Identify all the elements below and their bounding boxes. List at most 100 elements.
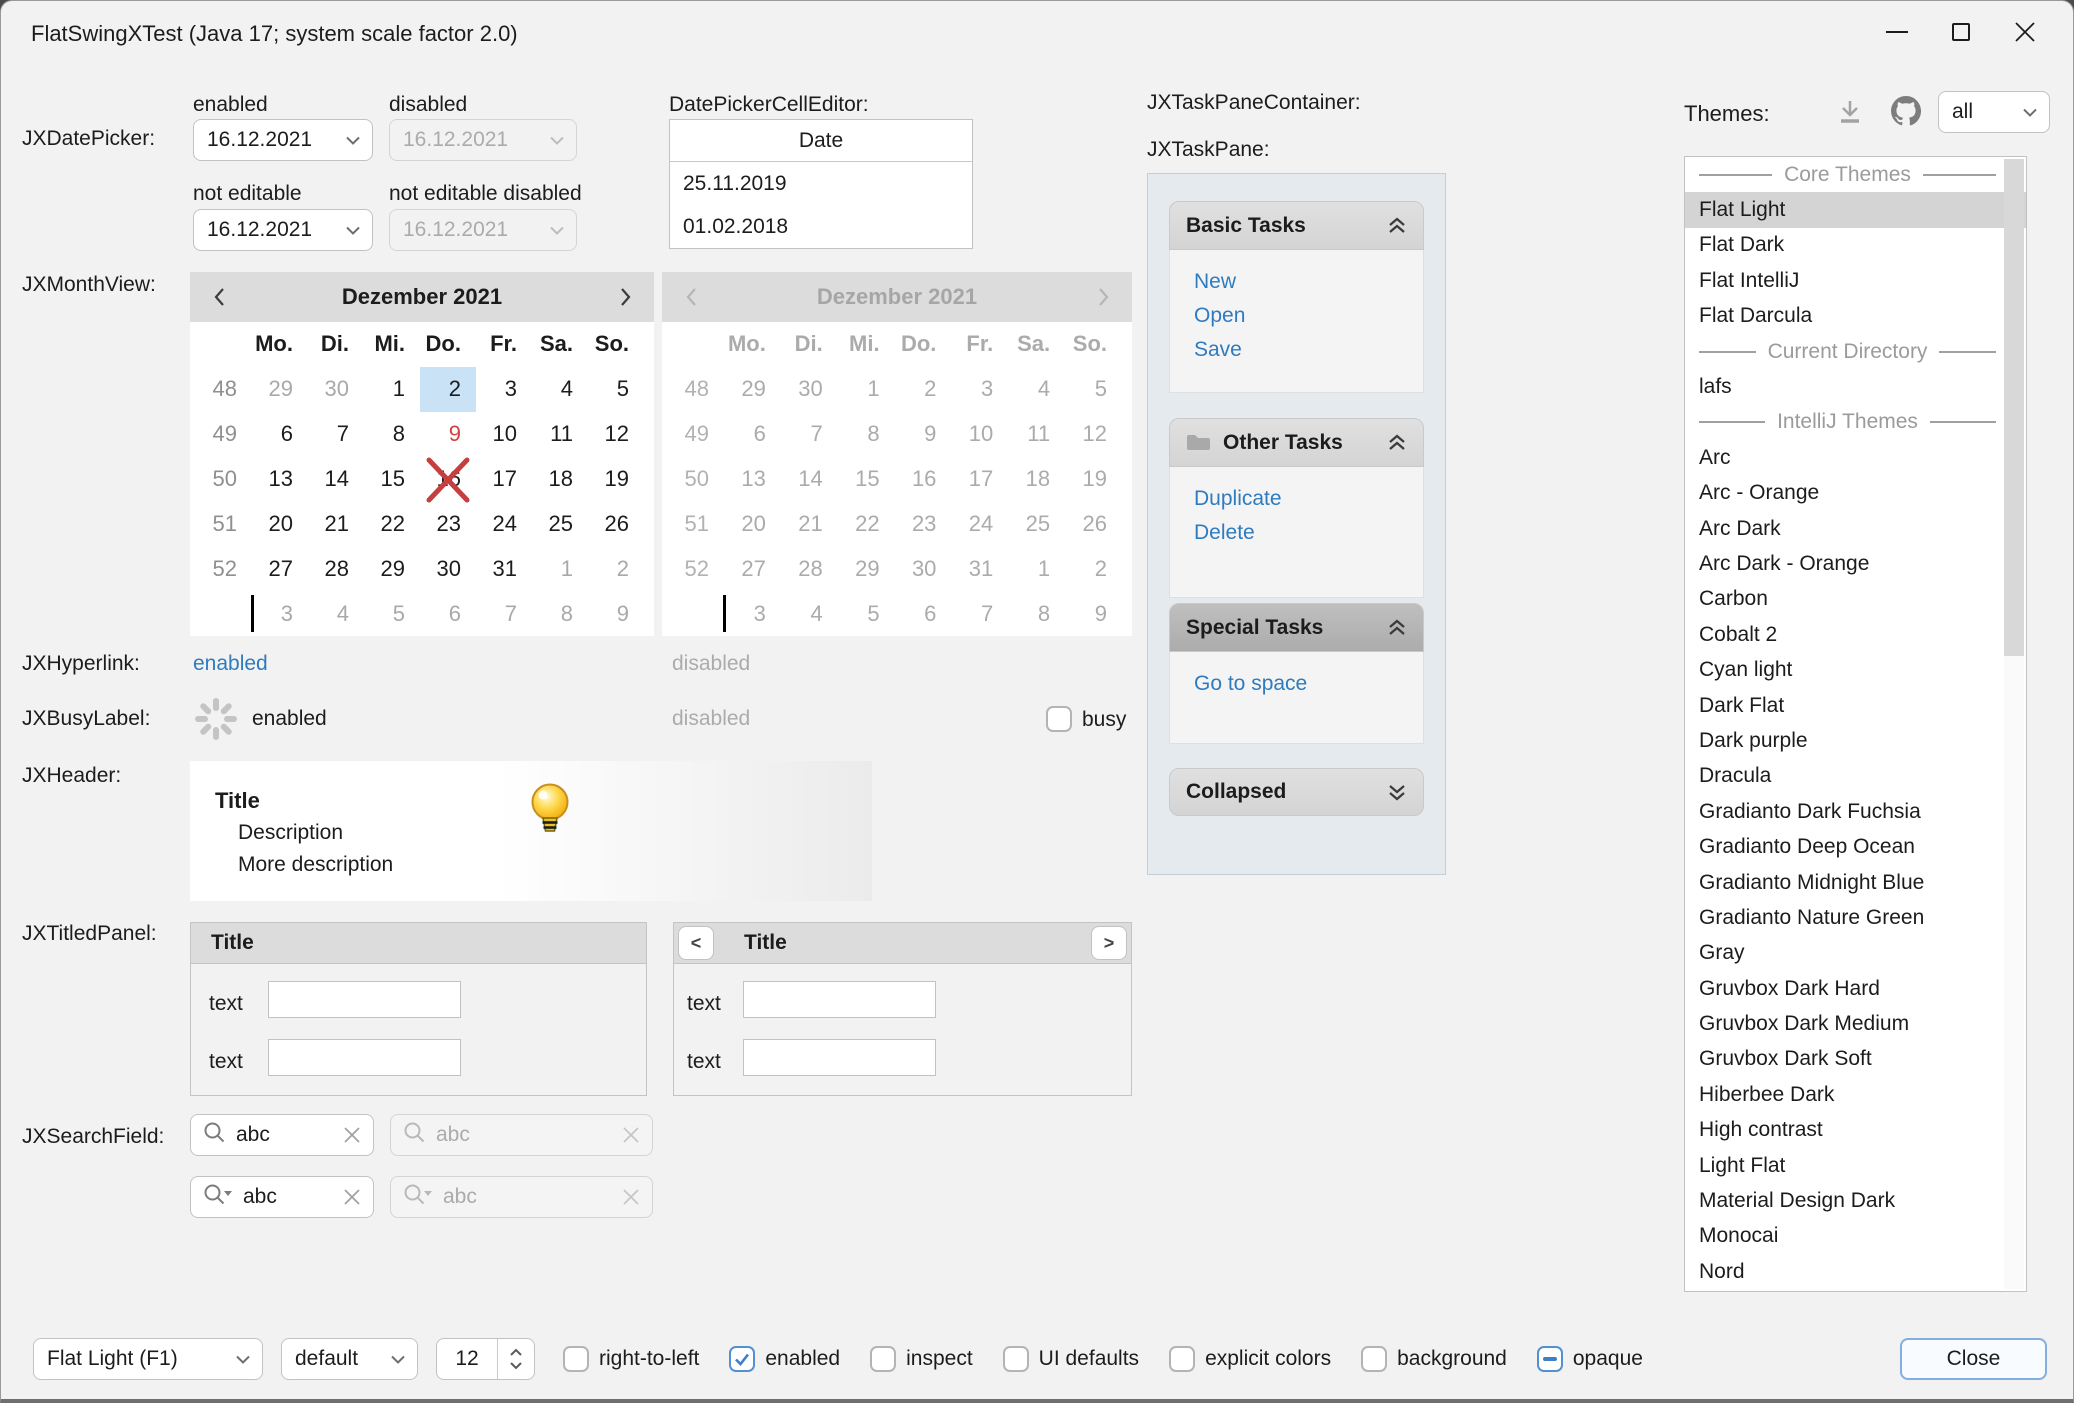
checkbox-label[interactable]: UI defaults <box>1039 1347 1139 1371</box>
day-cell[interactable]: 8 <box>532 591 588 636</box>
day-cell[interactable]: 19 <box>588 457 644 502</box>
theme-list-item[interactable]: Gruvbox Dark Medium <box>1685 1006 2026 1041</box>
chevron-double-up-icon[interactable] <box>1387 618 1407 637</box>
day-cell[interactable]: 4 <box>308 591 364 636</box>
checkbox-label[interactable]: right-to-left <box>599 1347 699 1371</box>
search-field-enabled[interactable] <box>190 1114 374 1156</box>
theme-list-item[interactable]: Gruvbox Dark Hard <box>1685 971 2026 1006</box>
chevron-down-icon[interactable] <box>334 136 372 145</box>
taskpane-header-other-tasks[interactable]: Other Tasks <box>1169 418 1424 467</box>
checkbox-enabled[interactable] <box>729 1346 755 1372</box>
chevron-double-up-icon[interactable] <box>1387 216 1407 235</box>
day-cell[interactable]: 9 <box>588 591 644 636</box>
theme-list-item[interactable]: Gradianto Nature Green <box>1685 900 2026 935</box>
scrollbar[interactable] <box>2004 159 2024 1289</box>
chevron-double-down-icon[interactable] <box>1387 783 1407 802</box>
theme-list-item[interactable]: Material Design Dark <box>1685 1183 2026 1218</box>
day-cell[interactable]: 17 <box>476 457 532 502</box>
day-cell[interactable]: 27 <box>252 546 308 591</box>
theme-list-item[interactable]: lafs <box>1685 369 2026 404</box>
theme-list-item[interactable]: Arc <box>1685 440 2026 475</box>
date-table-row[interactable]: 25.11.2019 <box>670 162 972 205</box>
theme-list-item[interactable]: Gruvbox Dark Soft <box>1685 1042 2026 1077</box>
day-cell[interactable]: 24 <box>476 502 532 547</box>
chevron-down-icon[interactable] <box>334 226 372 235</box>
day-cell[interactable]: 3 <box>476 367 532 412</box>
day-cell[interactable]: 14 <box>308 457 364 502</box>
day-cell[interactable]: 18 <box>532 457 588 502</box>
day-cell[interactable]: 21 <box>308 502 364 547</box>
day-cell[interactable]: 10 <box>476 412 532 457</box>
day-cell[interactable]: 20 <box>252 502 308 547</box>
taskpane-header-special-tasks[interactable]: Special Tasks <box>1169 603 1424 652</box>
text-field[interactable] <box>743 1039 936 1076</box>
checkbox-label[interactable]: inspect <box>906 1347 973 1371</box>
day-cell[interactable]: 12 <box>588 412 644 457</box>
day-cell[interactable]: 16 <box>420 457 476 502</box>
prev-month-icon[interactable] <box>190 287 248 307</box>
chevron-up-icon[interactable] <box>509 1348 523 1357</box>
lookandfeel-combo[interactable]: Flat Light (F1) <box>33 1338 263 1380</box>
search-field-with-menu-enabled[interactable] <box>190 1176 374 1218</box>
theme-list-item[interactable]: Arc - Orange <box>1685 476 2026 511</box>
maximize-button[interactable] <box>1929 1 1993 63</box>
day-cell[interactable]: 9 <box>420 412 476 457</box>
themes-filter-combo[interactable]: all <box>1938 91 2050 133</box>
search-menu-icon[interactable] <box>203 1183 233 1212</box>
day-cell[interactable]: 31 <box>476 546 532 591</box>
busy-checkbox-label[interactable]: busy <box>1082 708 1126 732</box>
day-cell[interactable]: 4 <box>532 367 588 412</box>
theme-list-item[interactable]: Light Flat <box>1685 1148 2026 1183</box>
busy-checkbox[interactable] <box>1046 706 1072 732</box>
day-cell[interactable]: 1 <box>364 367 420 412</box>
theme-list-item[interactable]: Flat Darcula <box>1685 299 2026 334</box>
theme-list-item[interactable]: Hiberbee Dark <box>1685 1077 2026 1112</box>
day-cell[interactable]: 1 <box>532 546 588 591</box>
theme-list-item[interactable]: Gradianto Dark Fuchsia <box>1685 794 2026 829</box>
task-link-save[interactable]: Save <box>1194 338 1242 362</box>
datepicker-not-editable[interactable]: 16.12.2021 <box>193 209 373 251</box>
day-cell[interactable]: 23 <box>420 502 476 547</box>
search-input[interactable] <box>243 1185 333 1209</box>
chevron-down-icon[interactable] <box>224 1355 262 1364</box>
checkbox-label[interactable]: background <box>1397 1347 1507 1371</box>
titled-panel-prev-button[interactable]: < <box>678 926 714 960</box>
titled-panel-next-button[interactable]: > <box>1091 926 1127 960</box>
theme-list-item[interactable]: Flat Dark <box>1685 228 2026 263</box>
day-cell[interactable]: 6 <box>420 591 476 636</box>
theme-list-item[interactable]: Cyan light <box>1685 652 2026 687</box>
day-cell[interactable]: 5 <box>364 591 420 636</box>
next-month-icon[interactable] <box>596 287 654 307</box>
task-link-go-to-space[interactable]: Go to space <box>1194 672 1307 696</box>
theme-list-item[interactable]: Monocai <box>1685 1219 2026 1254</box>
checkbox-label[interactable]: explicit colors <box>1205 1347 1331 1371</box>
theme-list-item[interactable]: Nord <box>1685 1254 2026 1289</box>
day-cell[interactable]: 7 <box>308 412 364 457</box>
theme-list-item[interactable]: Arc Dark - Orange <box>1685 546 2026 581</box>
style-combo[interactable]: default <box>281 1338 418 1380</box>
checkbox-inspect[interactable] <box>870 1346 896 1372</box>
text-field[interactable] <box>268 1039 461 1076</box>
day-cell[interactable]: 30 <box>420 546 476 591</box>
day-cell[interactable]: 25 <box>532 502 588 547</box>
chevron-down-icon[interactable] <box>2011 108 2049 117</box>
checkbox-explicit-colors[interactable] <box>1169 1346 1195 1372</box>
day-cell[interactable]: 15 <box>364 457 420 502</box>
day-cell[interactable]: 2 <box>420 367 476 412</box>
day-cell[interactable]: 11 <box>532 412 588 457</box>
spinner-buttons[interactable] <box>497 1339 534 1379</box>
theme-list-item[interactable]: Gray <box>1685 936 2026 971</box>
task-link-open[interactable]: Open <box>1194 304 1245 328</box>
close-window-button[interactable] <box>1993 1 2057 63</box>
day-cell[interactable]: 29 <box>364 546 420 591</box>
theme-list-item[interactable]: Gradianto Midnight Blue <box>1685 865 2026 900</box>
theme-list-item[interactable]: Arc Dark <box>1685 511 2026 546</box>
day-cell[interactable]: 30 <box>308 367 364 412</box>
task-link-duplicate[interactable]: Duplicate <box>1194 487 1282 511</box>
day-cell[interactable]: 6 <box>252 412 308 457</box>
theme-list-item[interactable]: Gradianto Deep Ocean <box>1685 829 2026 864</box>
day-cell[interactable]: 22 <box>364 502 420 547</box>
minimize-button[interactable] <box>1865 1 1929 63</box>
day-cell[interactable]: 2 <box>588 546 644 591</box>
theme-list-item[interactable]: Carbon <box>1685 582 2026 617</box>
